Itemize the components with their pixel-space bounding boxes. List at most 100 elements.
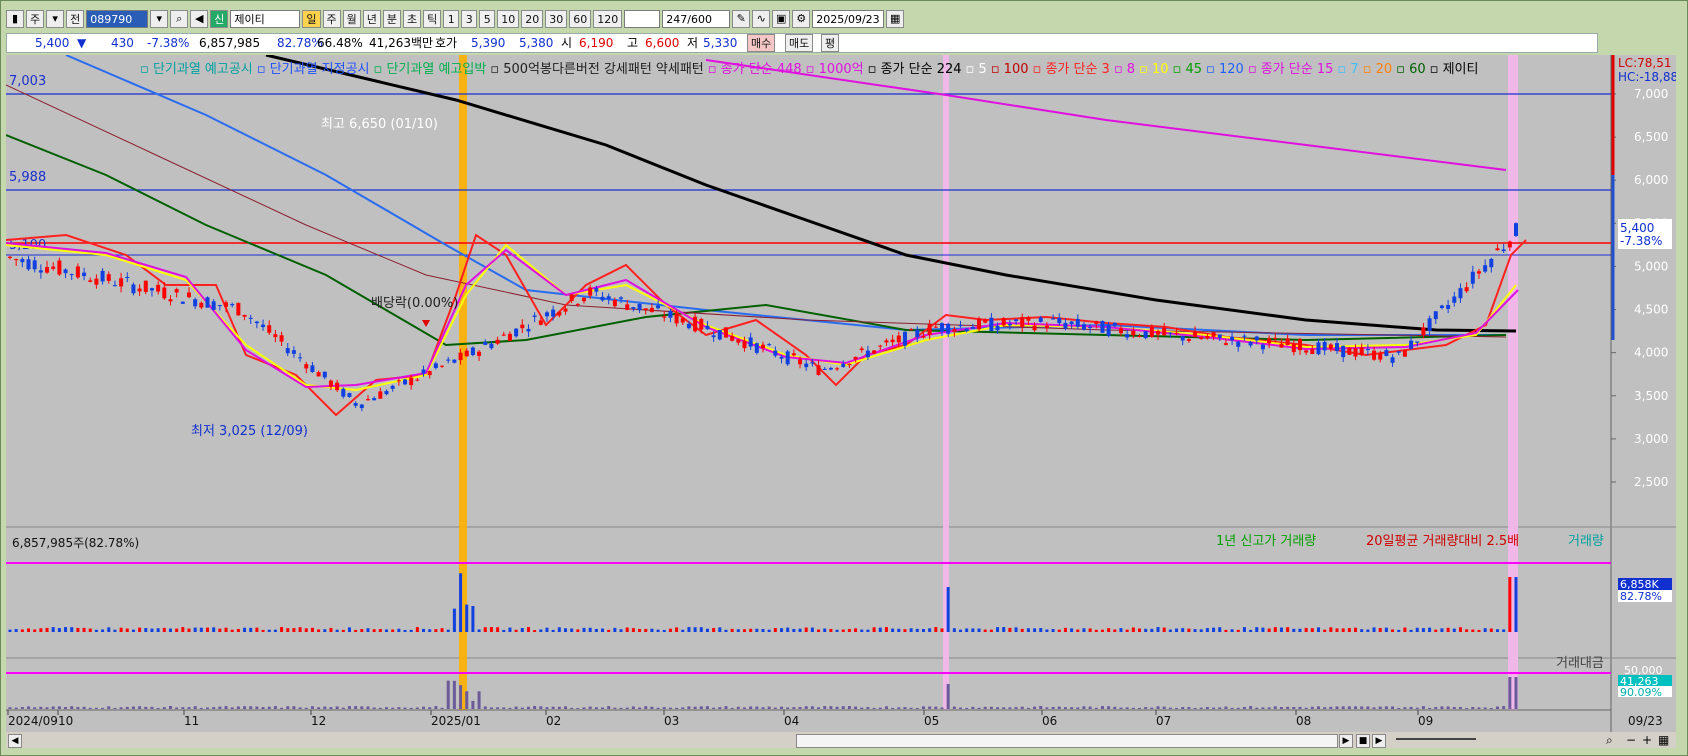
- legend-item[interactable]: ▫ 단기과열 예고입박: [374, 62, 487, 77]
- chevron-down-icon[interactable]: ▾: [150, 10, 169, 28]
- high-annotation: 최고 6,650 (01/10): [321, 117, 438, 132]
- scroll-left-icon[interactable]: ◀: [8, 734, 22, 748]
- interval-10[interactable]: 10: [497, 10, 520, 28]
- gear-icon[interactable]: ⚙: [792, 10, 811, 28]
- date-input[interactable]: 2025/09/23: [812, 10, 885, 28]
- count-input[interactable]: 247/600: [662, 10, 731, 28]
- fast-forward-icon[interactable]: ▶: [1372, 734, 1386, 748]
- low-label: 저: [687, 36, 699, 50]
- grid-icon[interactable]: ▦: [1658, 733, 1669, 747]
- legend-item[interactable]: ▫ 종가 단순 448: [708, 62, 802, 77]
- period-monthly[interactable]: 월: [342, 10, 361, 28]
- volume-bar: [675, 627, 679, 632]
- chevron-down-icon[interactable]: ▾: [46, 10, 65, 28]
- period-tick[interactable]: 틱: [423, 10, 442, 28]
- zoom-in-icon[interactable]: ⌕: [1606, 733, 1613, 748]
- amount-bar: [1082, 706, 1086, 709]
- legend-item[interactable]: ▫ 45: [1173, 62, 1203, 77]
- compare-icon[interactable]: ∿: [752, 10, 771, 28]
- legend-item[interactable]: ▫ 100: [991, 62, 1029, 77]
- amount-bar: [1002, 707, 1006, 709]
- amount-bar: [162, 707, 166, 709]
- amount-bar: [489, 707, 493, 709]
- amount-bar: [1372, 707, 1376, 709]
- new-flag[interactable]: 신: [210, 10, 229, 28]
- interval-5[interactable]: 5: [479, 10, 496, 28]
- calendar-icon[interactable]: ▦: [886, 10, 905, 28]
- legend-item[interactable]: ▫ 단기과열 예고공시: [140, 62, 253, 77]
- legend-item[interactable]: ▫ 120: [1206, 62, 1244, 77]
- interval-60[interactable]: 60: [569, 10, 592, 28]
- buy-button[interactable]: 매수: [747, 34, 776, 52]
- legend-item[interactable]: ▫ 종가 단순 224: [868, 62, 962, 77]
- chart-type-icon[interactable]: ▮: [6, 10, 24, 28]
- save-icon[interactable]: ▣: [772, 10, 791, 28]
- legend-item[interactable]: ▫ 5: [966, 62, 987, 77]
- candle-body: [1291, 344, 1296, 353]
- legend-item[interactable]: ▫ 1000억: [806, 62, 864, 77]
- period-second[interactable]: 초: [403, 10, 422, 28]
- period-daily[interactable]: 일: [302, 10, 321, 28]
- scroll-thumb[interactable]: [796, 734, 1338, 748]
- legend-item[interactable]: ▫ 10: [1139, 62, 1169, 77]
- candle-body: [242, 314, 247, 317]
- plus-icon[interactable]: +: [1642, 733, 1652, 747]
- zoom-slider[interactable]: [1396, 738, 1476, 740]
- interval-120[interactable]: 120: [593, 10, 623, 28]
- volume-bar: [810, 627, 814, 632]
- period-yearly[interactable]: 년: [362, 10, 381, 28]
- volume-bar: [1329, 627, 1333, 632]
- volume-bar: [662, 629, 666, 632]
- candle-body: [767, 344, 772, 346]
- eval-button[interactable]: 평: [821, 34, 840, 52]
- candle-body: [149, 288, 154, 291]
- stock-code-input[interactable]: 089790: [86, 10, 149, 28]
- candle-body: [217, 305, 222, 307]
- prefix-select[interactable]: 주: [26, 10, 45, 28]
- volume-legend-avg: 20일평균 거래량대비 2.5배: [1366, 534, 1519, 549]
- legend-item[interactable]: ▫ 7: [1337, 62, 1358, 77]
- legend-item[interactable]: ▫ 종가 단순 15: [1248, 62, 1334, 77]
- interval-1[interactable]: 1: [443, 10, 460, 28]
- interval-20[interactable]: 20: [521, 10, 544, 28]
- candle-body: [322, 371, 327, 378]
- amount-bar: [1471, 706, 1475, 709]
- period-minute[interactable]: 분: [382, 10, 401, 28]
- volume-bar: [1014, 627, 1018, 632]
- minus-icon[interactable]: −: [1626, 733, 1636, 747]
- candle-body: [995, 325, 1000, 331]
- amount-bar: [1045, 707, 1049, 709]
- candle-body: [884, 340, 889, 343]
- interval-3[interactable]: 3: [461, 10, 478, 28]
- interval-30[interactable]: 30: [545, 10, 568, 28]
- bid-price-1: 5,390: [471, 36, 506, 50]
- price-tick-label: 5,000: [1634, 259, 1668, 273]
- legend-item[interactable]: ▫ 단기과열 지정공시: [257, 62, 370, 77]
- speaker-icon[interactable]: ◀: [190, 10, 209, 28]
- sell-button[interactable]: 매도: [785, 34, 814, 52]
- candle-body: [1007, 323, 1012, 326]
- legend-item[interactable]: ▫ 60: [1396, 62, 1426, 77]
- amount-bar: [1107, 706, 1111, 709]
- volume-bar: [304, 628, 308, 632]
- prev-button[interactable]: 전: [66, 10, 85, 28]
- period-weekly[interactable]: 주: [322, 10, 341, 28]
- amount-bar: [1292, 707, 1296, 709]
- legend-item[interactable]: ▫ 20: [1363, 62, 1393, 77]
- legend-item[interactable]: ▫ 제이티: [1430, 62, 1479, 77]
- search-icon[interactable]: ⌕: [170, 10, 189, 28]
- legend-item[interactable]: ▫ 종가 단순 3: [1033, 62, 1110, 77]
- horizontal-scrollbar[interactable]: ◀ ▶ ■ ▶ ⌕ − + ▦: [6, 732, 1676, 748]
- custom-interval-input[interactable]: [624, 10, 661, 28]
- scroll-right-icon[interactable]: ▶: [1339, 734, 1353, 748]
- volume-bar: [952, 628, 956, 632]
- stock-name-field[interactable]: 제이티: [230, 10, 301, 28]
- chart-area[interactable]: 7,003 5,988 5,100 7,0006,5006,0005,5005,…: [5, 53, 1678, 745]
- legend-item[interactable]: ▫ 8: [1114, 62, 1135, 77]
- tool-icon[interactable]: ✎: [732, 10, 751, 28]
- stop-icon[interactable]: ■: [1356, 734, 1370, 748]
- volume-bar: [1458, 627, 1462, 632]
- candle-body: [674, 313, 679, 324]
- volume-bar: [1261, 627, 1265, 632]
- legend-item[interactable]: ▫ 500억봉다른버전 강세패턴 약세패턴: [490, 62, 703, 77]
